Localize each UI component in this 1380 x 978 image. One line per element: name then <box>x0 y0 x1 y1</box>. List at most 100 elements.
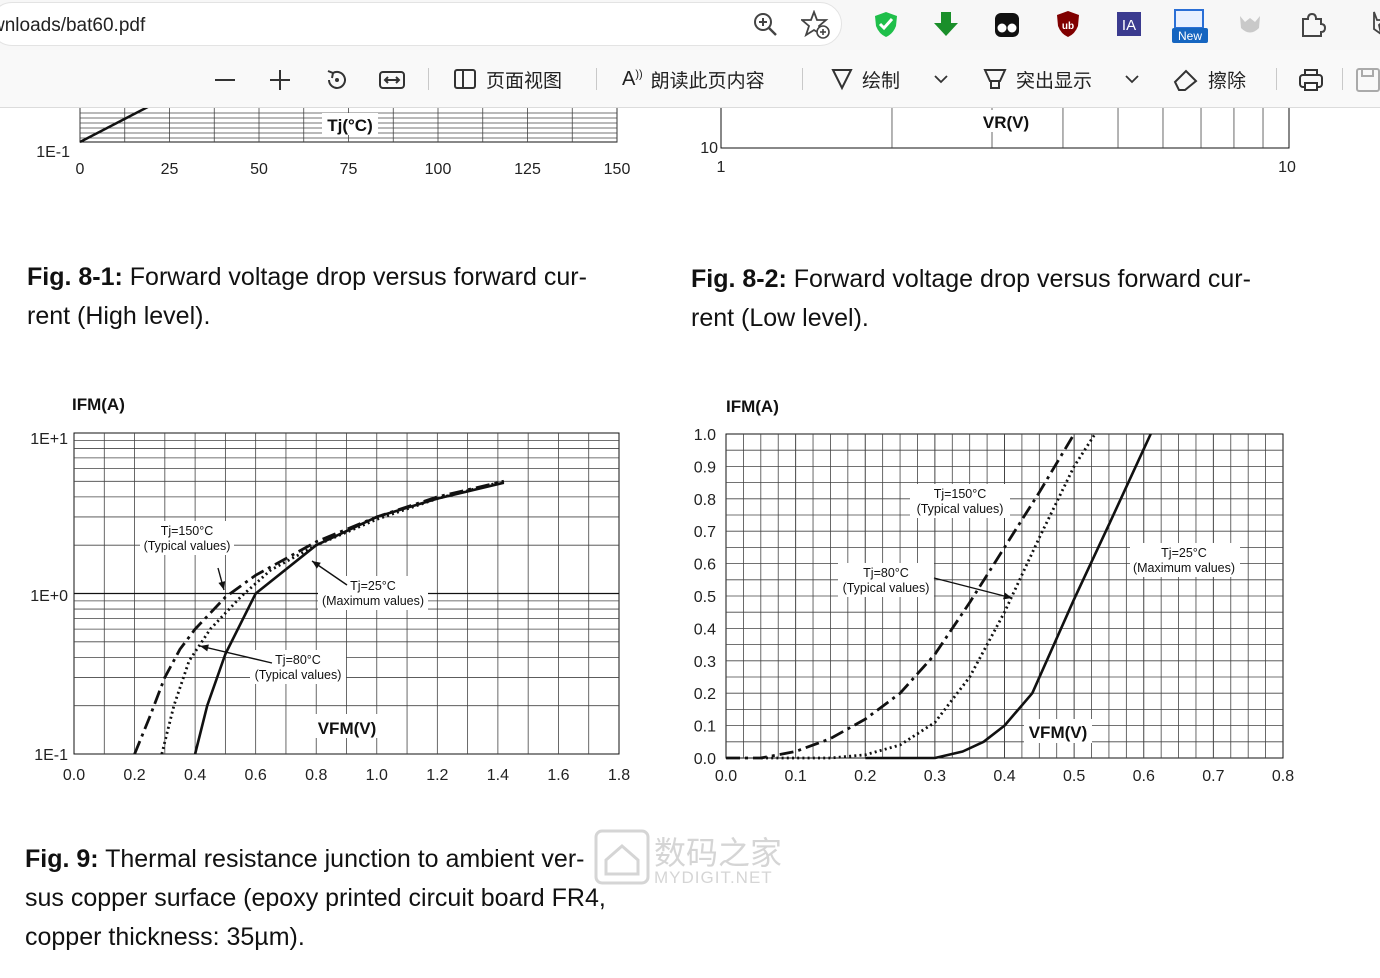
x-axis-label: VFM(V) <box>1029 723 1088 742</box>
save-icon[interactable] <box>1355 66 1380 99</box>
y-axis-label: IFM(A) <box>726 397 779 416</box>
highlight-options-chevron-icon[interactable] <box>1124 72 1140 91</box>
draw-label: 绘制 <box>862 70 901 92</box>
y-axis-label: IFM(A) <box>72 395 125 414</box>
zoom-icon[interactable] <box>752 11 778 42</box>
annotation-label: Tj=80°C <box>863 566 909 580</box>
x-tick-label: 0.6 <box>1133 768 1155 785</box>
new-extension-icon[interactable]: New <box>1172 8 1208 49</box>
favorite-add-icon[interactable] <box>799 9 831 45</box>
highlight-button[interactable]: 突出显示 <box>982 50 1092 108</box>
draw-button[interactable]: 绘制 <box>830 50 900 108</box>
zoom-out-icon[interactable] <box>212 67 238 98</box>
address-bar: wnloads/bat60.pdf ub IA New <box>0 0 1380 50</box>
y-tick-label: 1E+1 <box>30 431 68 448</box>
page-view-label: 页面视图 <box>486 70 563 92</box>
x-tick-label: 1.6 <box>547 767 569 784</box>
x-tick-label: 0.8 <box>305 767 327 784</box>
x-tick-label: 75 <box>340 161 358 178</box>
favorites-icon[interactable] <box>1362 10 1380 43</box>
annotation-label: Tj=25°C <box>1161 546 1207 560</box>
x-tick-label: 1.4 <box>487 767 509 784</box>
x-axis-label: VR(V) <box>983 113 1029 132</box>
x-tick-label: 150 <box>604 161 631 178</box>
caption-text: Thermal resistance junction to ambient v… <box>98 845 585 873</box>
annotation-arrow <box>933 577 1013 599</box>
y-tick-label: 0.7 <box>694 524 716 541</box>
annotation-label: Tj=150°C <box>161 524 214 538</box>
x-tick-label: 50 <box>250 161 268 178</box>
eraser-icon <box>1173 69 1198 91</box>
x-tick-label: 0.2 <box>854 768 876 785</box>
x-tick-label: 1.2 <box>426 767 448 784</box>
caption-fig-8-1: Fig. 8-1: Forward voltage drop versus fo… <box>27 258 587 336</box>
y-tick-label: 0.5 <box>694 589 716 606</box>
tampermonkey-icon[interactable] <box>993 11 1021 44</box>
caption-label: Fig. 8-1: <box>27 263 123 291</box>
x-tick-label: 0.3 <box>924 768 946 785</box>
x-tick-label: 10 <box>1278 159 1296 176</box>
page-view-icon <box>454 69 476 89</box>
caption-text: rent (High level). <box>27 302 211 330</box>
zoom-in-icon[interactable] <box>267 67 293 98</box>
x-tick-label: 1 <box>717 159 726 176</box>
y-tick-label: 0.9 <box>694 459 716 476</box>
caption-text: sus copper surface (epoxy printed circui… <box>25 884 606 912</box>
y-tick-label: 0.4 <box>694 621 716 638</box>
caption-text: rent (Low level). <box>691 304 869 332</box>
x-tick-label: 0.4 <box>184 767 206 784</box>
caption-text: Forward voltage drop versus forward cur- <box>122 263 587 291</box>
annotation-label: (Typical values) <box>255 668 342 682</box>
y-tick-label: 0.1 <box>694 719 716 736</box>
y-tick-label: 0.8 <box>694 492 716 509</box>
caption-fig-9: Fig. 9: Thermal resistance junction to a… <box>25 840 606 957</box>
url-text[interactable]: wnloads/bat60.pdf <box>0 15 145 37</box>
wolf-extension-icon[interactable] <box>1236 10 1264 43</box>
y-tick-label: 0.2 <box>694 686 716 703</box>
fit-width-icon[interactable] <box>378 67 406 98</box>
ia-label: IA <box>1122 17 1136 34</box>
annotation-arrowhead <box>200 644 209 652</box>
pdf-page: 0 25 50 75 100 125 150 1E-1 Tj(°C) VR(V) 1 10 10 0.0 0… <box>0 108 1380 978</box>
toolbar-separator <box>802 68 803 90</box>
caption-text: Forward voltage drop versus forward cur- <box>786 265 1251 293</box>
caption-text: copper thickness: 35µm). <box>25 923 305 951</box>
y-tick-label: 1E-1 <box>36 144 70 161</box>
read-aloud-button[interactable]: A)) 朗读此页内容 <box>622 50 765 108</box>
rotate-icon[interactable] <box>323 66 351 99</box>
x-tick-label: 0.7 <box>1202 768 1224 785</box>
y-tick-label: 10 <box>700 140 718 157</box>
y-tick-label: 0.0 <box>694 751 716 768</box>
extensions-puzzle-icon[interactable] <box>1298 10 1327 43</box>
x-tick-label: 0.0 <box>715 768 737 785</box>
y-tick-label: 1E+0 <box>30 588 68 605</box>
ia-extension-icon[interactable]: IA <box>1116 11 1142 42</box>
x-tick-label: 1.8 <box>608 767 630 784</box>
read-aloud-label: 朗读此页内容 <box>650 70 765 92</box>
annotation-label: (Maximum values) <box>1133 561 1235 575</box>
download-arrow-icon[interactable] <box>933 10 959 43</box>
ublock-icon[interactable]: ub <box>1055 10 1081 43</box>
erase-label: 擦除 <box>1208 70 1247 92</box>
annotation-label: Tj=150°C <box>934 487 987 501</box>
shield-extension-icon[interactable] <box>872 10 900 43</box>
x-tick-label: 1.0 <box>366 767 388 784</box>
toolbar-separator <box>596 68 597 90</box>
erase-button[interactable]: 擦除 <box>1172 50 1246 108</box>
y-tick-label: 1E-1 <box>34 747 68 764</box>
page-view-button[interactable]: 页面视图 <box>452 50 562 108</box>
toolbar-separator <box>1276 68 1277 90</box>
annotation-label: (Maximum values) <box>322 594 424 608</box>
url-field[interactable]: wnloads/bat60.pdf <box>0 2 842 46</box>
x-tick-label: 0.2 <box>123 767 145 784</box>
x-tick-label: 0.5 <box>1063 768 1085 785</box>
highlighter-icon <box>983 69 1007 89</box>
print-icon[interactable] <box>1297 66 1325 99</box>
toolbar-separator <box>428 68 429 90</box>
x-tick-label: 125 <box>514 161 541 178</box>
annotation-label: Tj=80°C <box>275 653 321 667</box>
x-tick-label: 0.6 <box>245 767 267 784</box>
caption-label: Fig. 8-2: <box>691 265 787 293</box>
draw-options-chevron-icon[interactable] <box>933 72 949 91</box>
x-tick-label: 0.1 <box>785 768 807 785</box>
